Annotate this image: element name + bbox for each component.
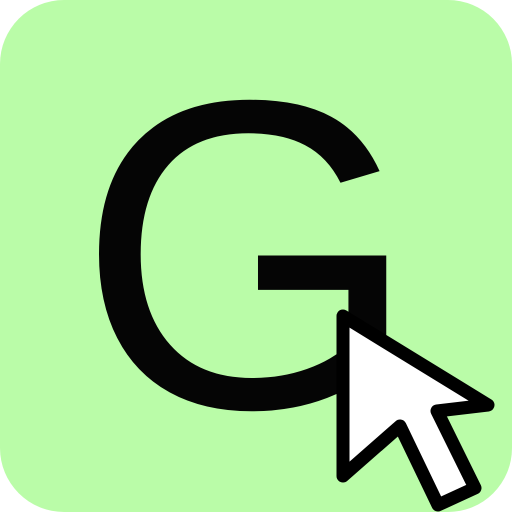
app-icon: G — [0, 0, 512, 512]
mouse-pointer-icon — [336, 309, 495, 512]
